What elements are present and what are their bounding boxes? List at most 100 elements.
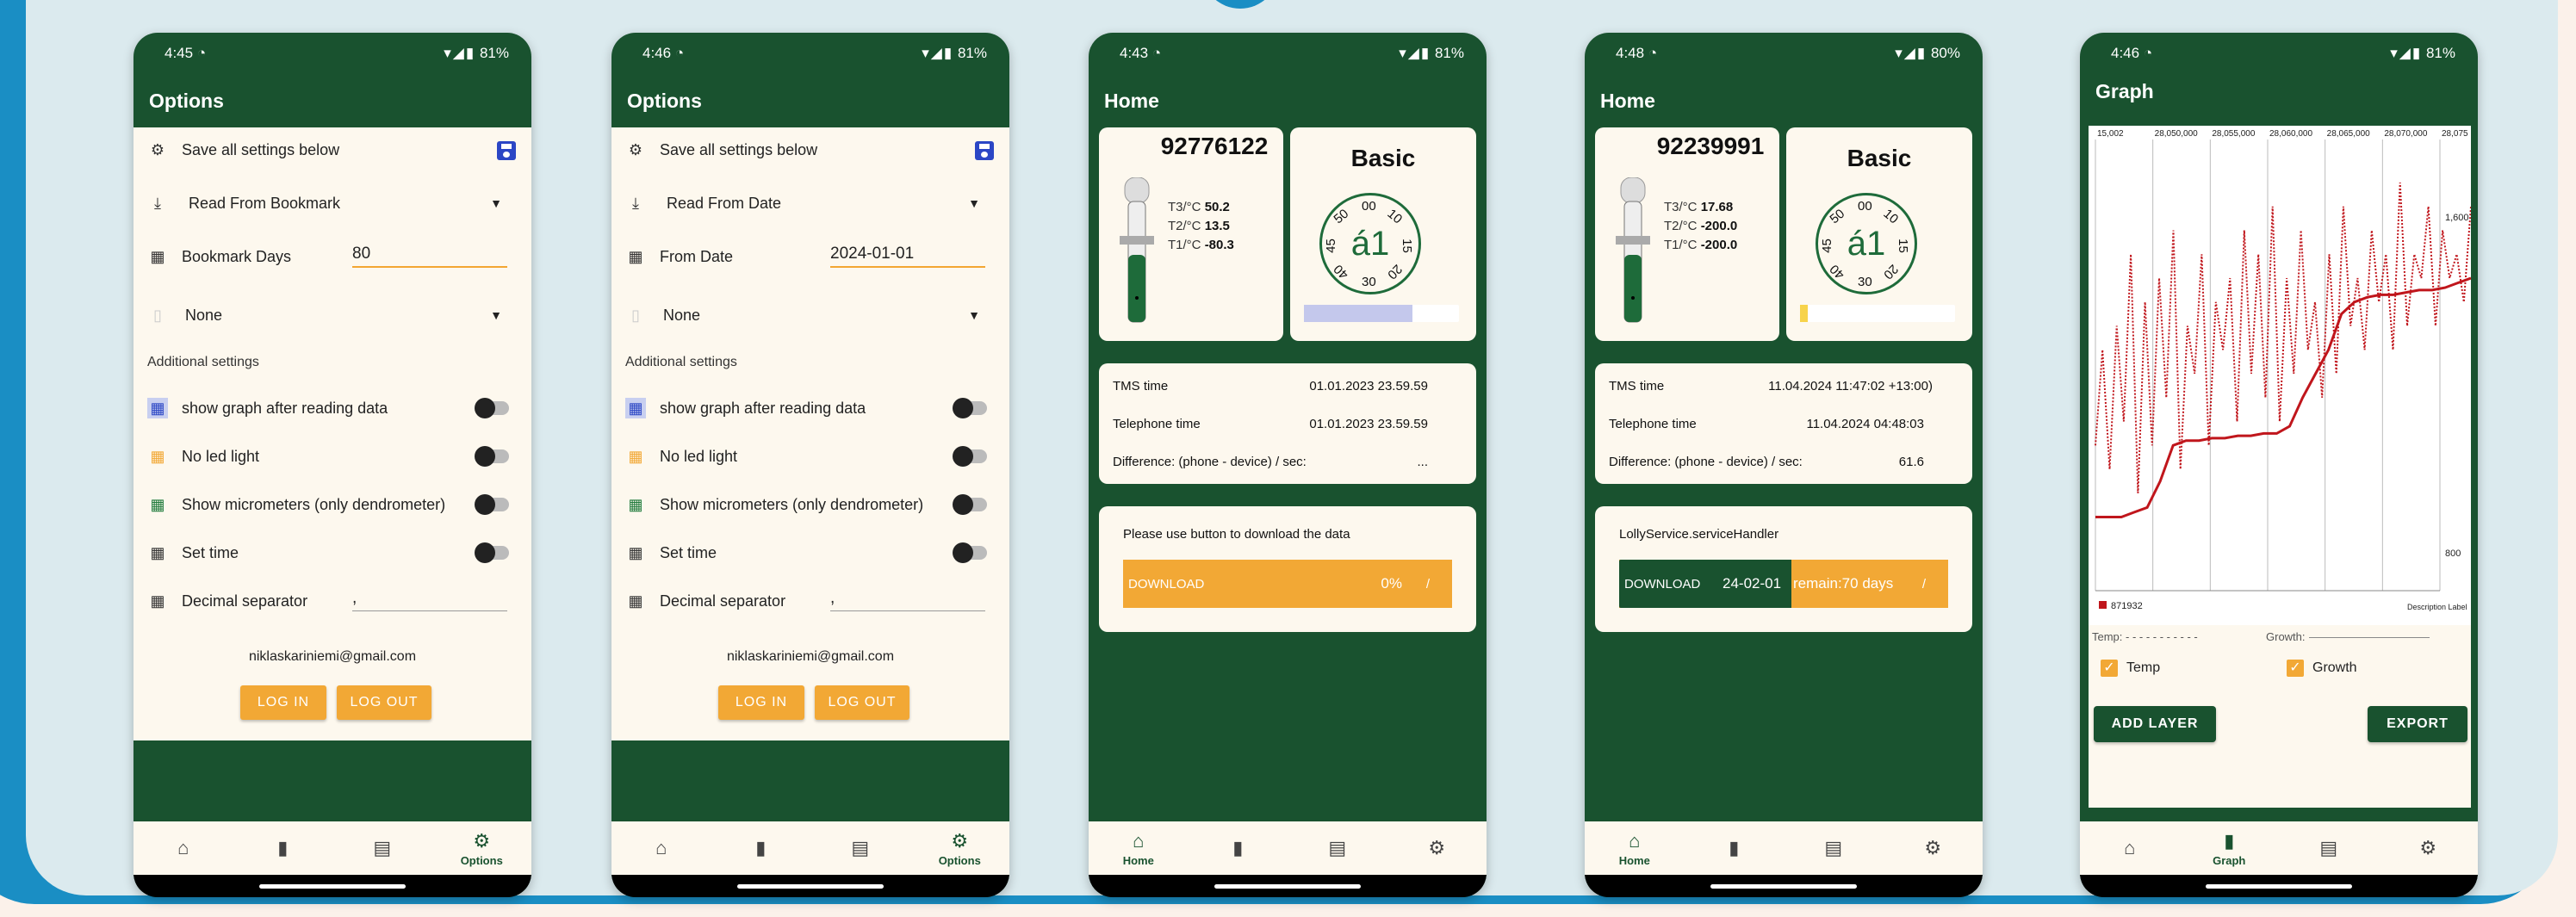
toggle-row-settime: ▦ Set time [625, 542, 987, 563]
checkbox-label: Growth [2312, 660, 2357, 676]
page-title: Home [1104, 89, 1159, 112]
toggle-label: No led light [660, 447, 738, 465]
nav-options[interactable]: ⚙ [2379, 821, 2479, 875]
signal-icon: ▾◢▮ [444, 45, 476, 61]
battery-level: 81% [1434, 45, 1464, 61]
model-card: Basic á1 00 10 15 20 30 40 45 50 [1786, 127, 1972, 341]
time-card: TMS time 11.04.2024 11:47:02 +13:00) Tele… [1595, 363, 1972, 484]
bottom-nav: ⌂ ▮ ▤ ⚙ Options [133, 821, 531, 875]
login-button[interactable]: LOG IN [718, 685, 804, 720]
t1-label: T1/°C [1664, 238, 1698, 252]
read-mode-select[interactable]: ⤓ Read From Bookmark ▼ [147, 193, 509, 214]
gesture-bar [1089, 875, 1487, 897]
nav-files[interactable]: ▤ [1288, 821, 1387, 875]
dial-number: 20 [1880, 261, 1902, 282]
sensor-icon [1120, 177, 1154, 323]
document-icon: ▤ [851, 837, 870, 858]
toggle-switch-led[interactable] [953, 446, 987, 467]
nav-files[interactable]: ▤ [810, 821, 910, 875]
options-panel: ⚙ Save all settings below ⤓ Read From Da… [611, 127, 1009, 740]
save-label: Save all settings below [660, 140, 818, 158]
toggle-switch-settime[interactable] [953, 542, 987, 563]
x-tick-label: 28,055,000 [2212, 129, 2255, 139]
nav-label: Options [938, 853, 981, 867]
toggle-switch-micrometers[interactable] [953, 494, 987, 515]
graph-background [2089, 126, 2471, 625]
decimal-separator-input[interactable]: , [352, 589, 507, 611]
field-label: From Date [660, 247, 734, 265]
save-label: Save all settings below [182, 140, 340, 158]
nav-home[interactable]: ⌂ Home [1089, 821, 1189, 875]
calendar-icon: ▦ [628, 495, 643, 513]
nav-options[interactable]: ⚙ Options [432, 821, 532, 875]
nav-graph[interactable]: ▮ [711, 821, 811, 875]
dial-icon: á1 00 10 15 20 30 40 45 50 [1319, 193, 1421, 294]
calendar-icon: ▦ [147, 398, 168, 418]
save-icon[interactable] [497, 141, 516, 160]
growth-legend-label: Growth: [2266, 630, 2306, 643]
status-bar: 4:45 ◔ ▾◢▮ 81% [164, 45, 509, 61]
toggle-switch-graph[interactable] [475, 398, 509, 418]
growth-checkbox[interactable]: ✓ Growth [2287, 660, 2357, 677]
none-select[interactable]: ▯ None ▼ [625, 305, 987, 325]
nav-home[interactable]: ⌂ Home [1585, 821, 1685, 875]
read-mode-select[interactable]: ⤓ Read From Date ▼ [625, 193, 987, 214]
export-button[interactable]: EXPORT [2368, 706, 2467, 742]
nav-graph[interactable]: ▮ [1685, 821, 1785, 875]
additional-settings-label: Additional settings [625, 355, 737, 369]
nav-home[interactable]: ⌂ [611, 821, 711, 875]
decimal-separator-input[interactable]: , [830, 589, 985, 611]
nav-home[interactable]: ⌂ [2080, 821, 2180, 875]
graph-panel[interactable]: 15,002 28,050,000 28,055,000 28,060,000 28,0… [2089, 126, 2472, 625]
t2-label: T2/°C [1664, 219, 1698, 233]
nav-options[interactable]: ⚙ [1387, 821, 1487, 875]
model-name: Basic [1350, 145, 1416, 171]
toggle-row-graph: ▦ show graph after reading data [147, 398, 509, 418]
signal-icon: ▾◢▮ [2390, 45, 2423, 61]
field-label: Bookmark Days [182, 247, 292, 265]
account-email: niklaskariniemi@gmail.com [248, 649, 417, 664]
dial-number: 15 [1895, 239, 1910, 253]
save-settings-row: ⚙ Save all settings below [147, 139, 509, 160]
calendar-icon: ▦ [628, 447, 643, 465]
nav-graph[interactable]: ▮ Graph [2180, 821, 2280, 875]
toggle-switch-graph[interactable] [953, 398, 987, 418]
t2-label: T2/°C [1168, 219, 1201, 233]
nav-graph[interactable]: ▮ [1189, 821, 1288, 875]
logout-button[interactable]: LOG OUT [815, 685, 909, 720]
login-button[interactable]: LOG IN [240, 685, 326, 720]
signal-icon: ▾◢▮ [922, 45, 954, 61]
toggle-switch-settime[interactable] [475, 542, 509, 563]
battery-level: 81% [957, 45, 987, 61]
home-icon: ⌂ [1629, 829, 1641, 852]
from-date-input[interactable]: 2024-01-01 [830, 245, 985, 268]
home-icon: ⌂ [1133, 829, 1145, 852]
temp-checkbox[interactable]: ✓ Temp [2101, 660, 2160, 677]
download-tray-icon: ⤓ [632, 194, 639, 212]
save-icon[interactable] [975, 141, 994, 160]
add-layer-button[interactable]: ADD LAYER [2094, 706, 2216, 742]
none-select[interactable]: ▯ None ▼ [147, 305, 509, 325]
nav-files[interactable]: ▤ [332, 821, 432, 875]
nav-files[interactable]: ▤ [2279, 821, 2379, 875]
status-time: 4:43 [1120, 45, 1149, 61]
calendar-icon: ▦ [150, 447, 165, 465]
toggle-switch-led[interactable] [475, 446, 509, 467]
logout-button[interactable]: LOG OUT [337, 685, 431, 720]
nav-home[interactable]: ⌂ [133, 821, 233, 875]
toggle-switch-micrometers[interactable] [475, 494, 509, 515]
download-remaining: remain:70 days [1793, 575, 1894, 592]
nav-graph[interactable]: ▮ [233, 821, 333, 875]
nav-options[interactable]: ⚙ [1884, 821, 1983, 875]
dial-icon: á1 00 10 15 20 30 40 45 50 [1816, 193, 1917, 294]
download-button[interactable]: DOWNLOAD 0% / [1123, 560, 1452, 608]
signal-icon: ▾◢▮ [1895, 45, 1927, 61]
device-id: 92239991 [1656, 133, 1765, 159]
battery-level: 81% [479, 45, 509, 61]
nav-options[interactable]: ⚙ Options [910, 821, 1010, 875]
bookmark-days-input[interactable]: 80 [352, 245, 507, 268]
t3-label: T3/°C [1664, 200, 1698, 214]
download-button[interactable]: DOWNLOAD 24-02-01 remain:70 days / [1619, 560, 1948, 608]
dial-number: 10 [1384, 206, 1406, 227]
nav-files[interactable]: ▤ [1784, 821, 1884, 875]
